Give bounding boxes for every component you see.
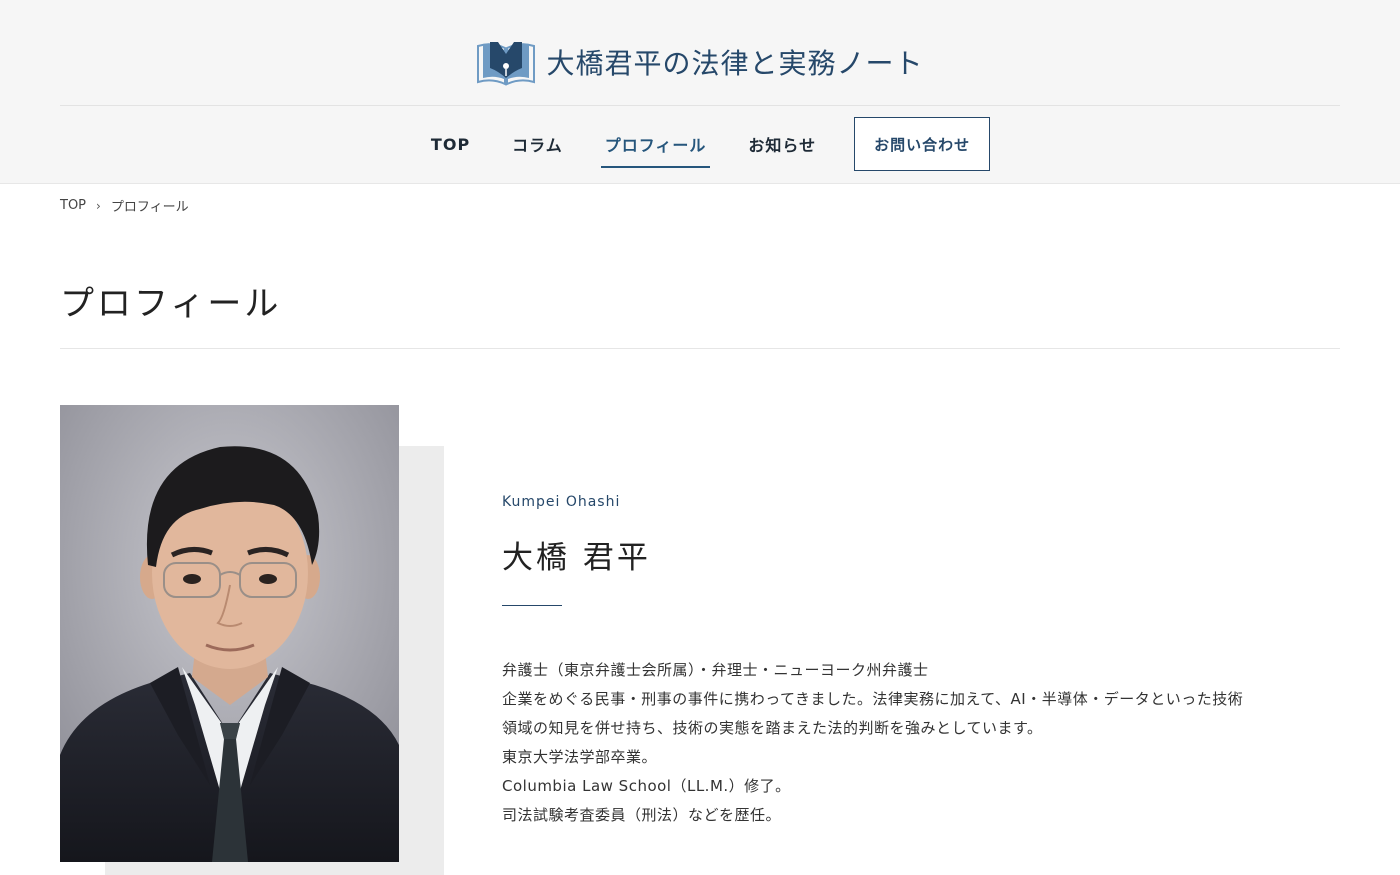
site-header: 大橋君平の法律と実務ノート TOP コラム プロフィール お知らせ お問い合わせ (0, 0, 1400, 184)
breadcrumb-home-link[interactable]: TOP (60, 198, 86, 213)
site-title: 大橋君平の法律と実務ノート (546, 47, 924, 80)
nav-item-top[interactable]: TOP (427, 129, 474, 160)
book-pen-icon (477, 42, 536, 86)
nav-item-profile[interactable]: プロフィール (600, 126, 711, 168)
profile-section: Kumpei Ohashi 大橋 君平 弁護士（東京弁護士会所属）・弁理士・ニュ… (502, 494, 1342, 830)
breadcrumb: TOP › プロフィール (60, 196, 189, 215)
profile-photo (60, 405, 399, 862)
bio-line: 弁護士（東京弁護士会所属）・弁理士・ニューヨーク州弁護士 (502, 661, 929, 679)
bio-line: 領域の知見を併せ持ち、技術の実態を踏まえた法的判断を強みとしています。 (502, 719, 1043, 737)
name-underline (502, 605, 562, 606)
site-logo[interactable]: 大橋君平の法律と実務ノート (0, 38, 1400, 86)
bio-line: 企業をめぐる民事・刑事の事件に携わってきました。法律実務に加えて、AI・半導体・… (502, 690, 1244, 708)
header-divider (60, 105, 1340, 106)
chevron-right-icon: › (96, 198, 101, 213)
page-title: プロフィール (60, 284, 282, 324)
title-divider (60, 348, 1340, 349)
bio-line: 司法試験考査委員（刑法）などを歴任。 (502, 806, 782, 824)
breadcrumb-current: プロフィール (110, 200, 189, 215)
nav-item-column[interactable]: コラム (508, 126, 567, 162)
contact-button[interactable]: お問い合わせ (854, 117, 991, 171)
bio-line: Columbia Law School（LL.M.）修了。 (502, 777, 791, 795)
nav-item-news[interactable]: お知らせ (744, 126, 820, 162)
portrait-image (60, 405, 399, 862)
main-nav: TOP コラム プロフィール お知らせ お問い合わせ (0, 116, 1400, 172)
profile-name-en: Kumpei Ohashi (502, 494, 621, 510)
profile-bio: 弁護士（東京弁護士会所属）・弁理士・ニューヨーク州弁護士 企業をめぐる民事・刑事… (502, 656, 1342, 830)
profile-name-ja: 大橋 君平 (502, 540, 651, 576)
bio-line: 東京大学法学部卒業。 (502, 748, 658, 766)
